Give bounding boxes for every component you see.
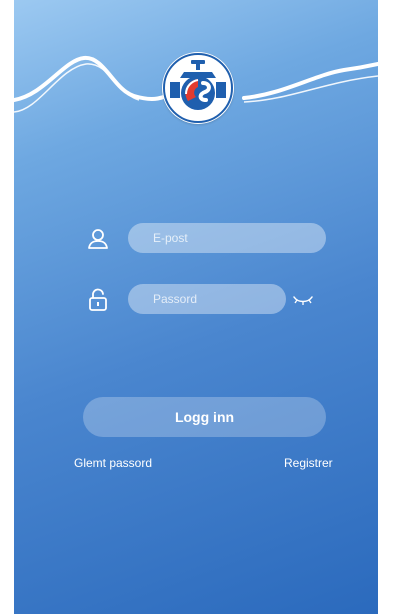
email-input[interactable] [128,223,326,253]
login-screen: Logg inn Glemt passord Registrer [14,0,378,614]
app-logo [162,52,234,124]
password-row [14,284,378,316]
email-row [14,223,378,255]
user-icon [86,227,110,251]
eye-closed-icon[interactable] [293,293,313,307]
password-input[interactable] [128,284,286,314]
unlock-icon [86,288,110,312]
login-button[interactable]: Logg inn [83,397,326,437]
forgot-password-link[interactable]: Glemt passord [74,456,152,470]
water-pump-valve-logo-icon [163,53,233,123]
register-link[interactable]: Registrer [284,456,333,470]
